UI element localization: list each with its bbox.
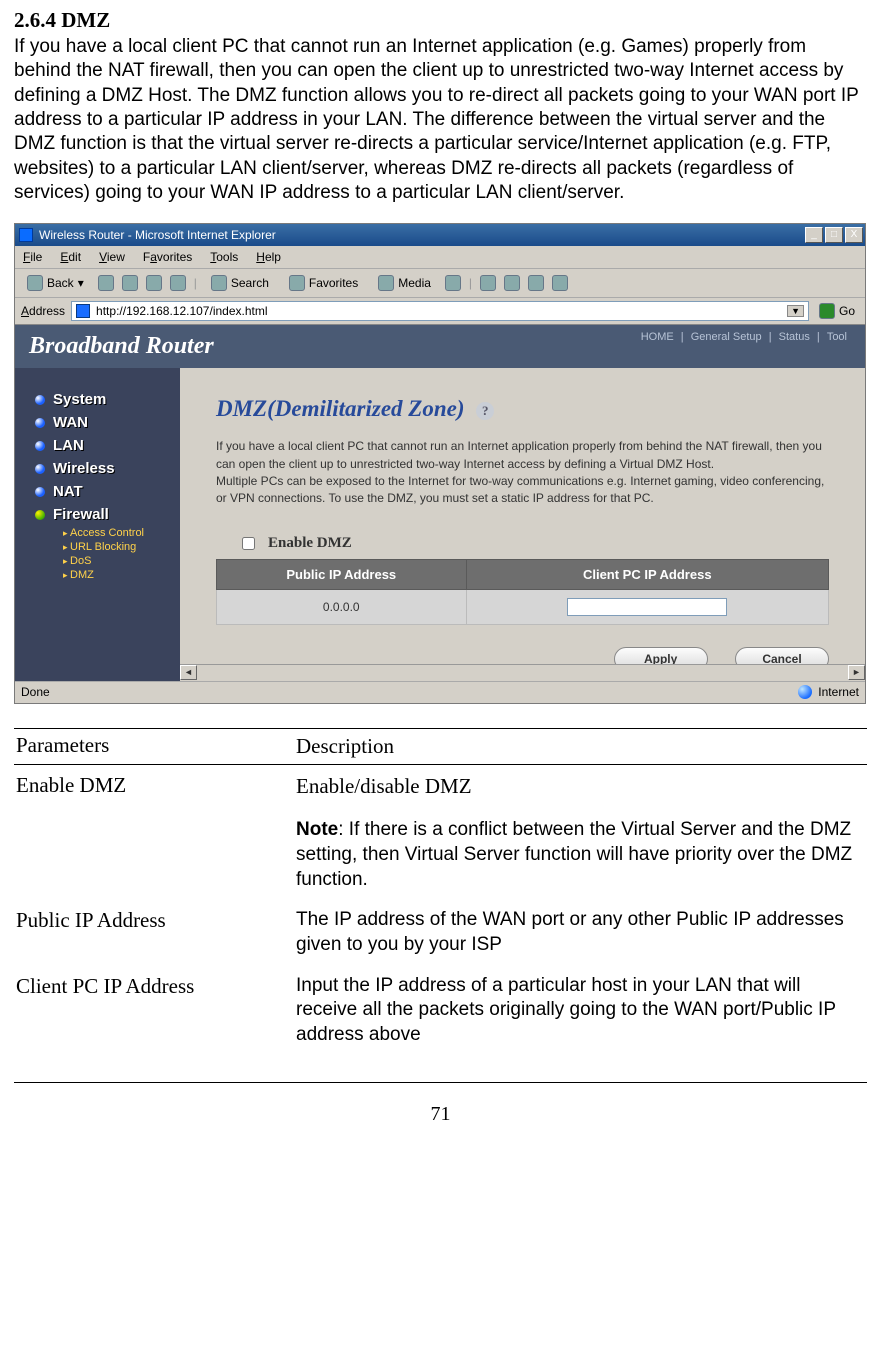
menu-help[interactable]: Help [256, 250, 281, 264]
sidebar-item-nat[interactable]: NAT [35, 480, 180, 503]
stop-icon[interactable] [122, 275, 138, 291]
back-button[interactable]: Back ▾ [21, 273, 90, 293]
bullet-icon [35, 441, 45, 451]
top-link-general[interactable]: General Setup [687, 331, 766, 343]
print-icon[interactable] [504, 275, 520, 291]
public-ip-value: 0.0.0.0 [217, 589, 467, 624]
history-icon[interactable] [445, 275, 461, 291]
sidebar-item-wan[interactable]: WAN [35, 411, 180, 434]
page-title: DMZ(Demilitarized Zone) ? [216, 396, 829, 422]
router-sidebar: System WAN LAN Wireless NAT Firewall Acc… [15, 368, 180, 681]
ie-icon [19, 228, 33, 242]
client-ip-input[interactable] [567, 598, 727, 616]
menu-favorites[interactable]: Favorites [143, 250, 192, 264]
sidebar-item-firewall[interactable]: Firewall [35, 503, 180, 526]
check-icon [35, 510, 45, 520]
page-favicon-icon [76, 304, 90, 318]
go-button[interactable]: Go [815, 303, 859, 319]
sidebar-item-lan[interactable]: LAN [35, 434, 180, 457]
media-button[interactable]: Media [372, 273, 437, 293]
param-desc: Input the IP address of a particular hos… [294, 966, 867, 1056]
top-link-tool[interactable]: Tool [823, 331, 851, 343]
go-icon [819, 303, 835, 319]
forward-icon[interactable] [98, 275, 114, 291]
bullet-icon [35, 487, 45, 497]
home-icon[interactable] [170, 275, 186, 291]
param-name: Public IP Address [14, 900, 294, 965]
col-description: Description [294, 728, 867, 764]
param-desc: The IP address of the WAN port or any ot… [294, 900, 867, 965]
sidebar-sub-access[interactable]: Access Control [63, 526, 180, 540]
address-label: Address [21, 304, 65, 318]
sidebar-sub-dos[interactable]: DoS [63, 554, 180, 568]
ie-window: Wireless Router - Microsoft Internet Exp… [14, 223, 866, 704]
close-button[interactable]: X [845, 227, 863, 243]
router-brand: Broadband Router [29, 333, 214, 360]
sidebar-item-wireless[interactable]: Wireless [35, 457, 180, 480]
star-icon [289, 275, 305, 291]
refresh-icon[interactable] [146, 275, 162, 291]
dmz-table: Public IP Address Client PC IP Address 0… [216, 559, 829, 625]
menu-view[interactable]: View [99, 250, 125, 264]
router-top-links: HOME | General Setup | Status | Tool [637, 331, 851, 343]
param-note: Note: If there is a conflict between the… [296, 818, 865, 892]
enable-dmz-checkbox[interactable] [242, 537, 255, 550]
sidebar-sub-url[interactable]: URL Blocking [63, 540, 180, 554]
status-text: Done [21, 685, 50, 699]
section-heading: 2.6.4 DMZ [14, 8, 867, 33]
search-icon [211, 275, 227, 291]
edit-icon[interactable] [528, 275, 544, 291]
param-name: Enable DMZ [14, 765, 294, 901]
section-number: 2.6.4 [14, 8, 56, 32]
media-icon [378, 275, 394, 291]
bullet-icon [35, 464, 45, 474]
menu-tools[interactable]: Tools [210, 250, 238, 264]
param-desc: Enable/disable DMZ [296, 773, 865, 800]
horizontal-scrollbar[interactable]: ◄ ► [180, 664, 865, 681]
bullet-icon [35, 418, 45, 428]
window-title: Wireless Router - Microsoft Internet Exp… [39, 228, 276, 242]
page-description: If you have a local client PC that canno… [216, 438, 829, 508]
top-link-status[interactable]: Status [775, 331, 814, 343]
help-icon[interactable]: ? [476, 402, 494, 420]
favorites-button[interactable]: Favorites [283, 273, 364, 293]
window-titlebar: Wireless Router - Microsoft Internet Exp… [15, 224, 865, 246]
address-input[interactable]: http://192.168.12.107/index.html [96, 304, 781, 318]
bullet-icon [35, 395, 45, 405]
router-banner: Broadband Router HOME | General Setup | … [15, 325, 865, 368]
sidebar-sub-dmz[interactable]: DMZ [63, 568, 180, 582]
minimize-button[interactable]: _ [805, 227, 823, 243]
address-bar: Address http://192.168.12.107/index.html… [15, 298, 865, 325]
toolbar: Back ▾ | Search Favorites Media | [15, 269, 865, 298]
param-name: Client PC IP Address [14, 966, 294, 1056]
maximize-button[interactable]: □ [825, 227, 843, 243]
scroll-left-icon[interactable]: ◄ [180, 665, 197, 680]
menu-file[interactable]: File [23, 250, 42, 264]
back-icon [27, 275, 43, 291]
menu-bar: File Edit View Favorites Tools Help [15, 246, 865, 269]
discuss-icon[interactable] [552, 275, 568, 291]
section-title: DMZ [61, 8, 110, 32]
internet-zone-icon [798, 685, 812, 699]
col-parameters: Parameters [14, 728, 294, 764]
col-client-ip: Client PC IP Address [466, 559, 828, 589]
mail-icon[interactable] [480, 275, 496, 291]
page-number: 71 [14, 1103, 867, 1126]
scroll-right-icon[interactable]: ► [848, 665, 865, 680]
top-link-home[interactable]: HOME [637, 331, 678, 343]
parameters-table: Parameters Description Enable DMZ Enable… [14, 728, 867, 1056]
address-dropdown-icon[interactable]: ▼ [787, 305, 804, 317]
menu-edit[interactable]: Edit [60, 250, 81, 264]
search-button[interactable]: Search [205, 273, 275, 293]
col-public-ip: Public IP Address [217, 559, 467, 589]
intro-paragraph: If you have a local client PC that canno… [14, 35, 867, 205]
footer-rule [14, 1082, 867, 1083]
router-main: DMZ(Demilitarized Zone) ? If you have a … [180, 368, 865, 681]
enable-dmz-label: Enable DMZ [268, 535, 352, 552]
status-zone: Internet [818, 685, 859, 699]
status-bar: Done Internet [15, 681, 865, 703]
sidebar-item-system[interactable]: System [35, 388, 180, 411]
